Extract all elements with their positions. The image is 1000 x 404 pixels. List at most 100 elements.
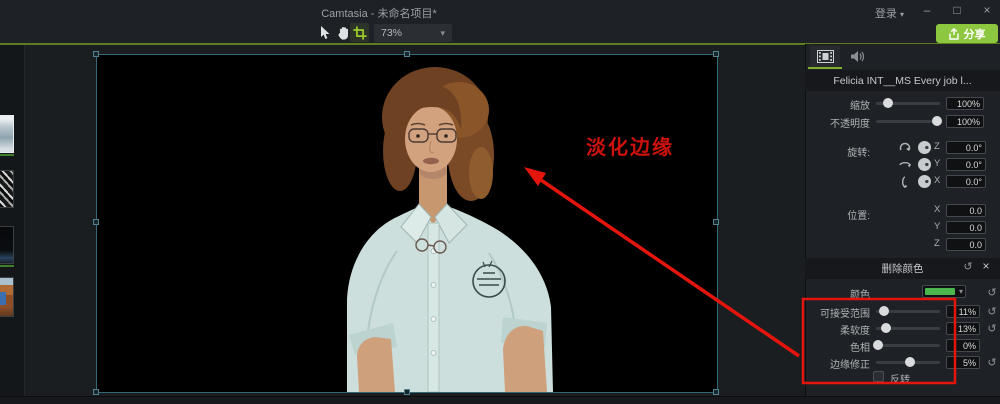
axis-letter: Y: [934, 221, 941, 232]
rotation-z-value[interactable]: 0.0°: [946, 141, 986, 154]
selection-handle-bottom-middle[interactable]: [404, 389, 410, 395]
hue-slider-knob[interactable]: [872, 340, 883, 350]
scale-slider[interactable]: [876, 97, 940, 109]
invert-label: 反转: [890, 375, 910, 386]
tab-audio-properties[interactable]: [843, 46, 871, 67]
key-color-row: 颜色 ▾ ↺: [0, 285, 1000, 301]
clip-title-band: Felicia INT__MS Every job l...: [805, 70, 1000, 91]
maximize-button[interactable]: □: [948, 3, 966, 17]
rotate-y-icon: [899, 161, 911, 168]
selection-handle-top-left[interactable]: [93, 51, 99, 57]
remove-color-title: 删除颜色: [881, 263, 924, 275]
titlebar: Camtasia - 未命名项目* 登录 ▾ – □ × 73% ▾ 分享: [0, 0, 1000, 43]
crop-icon: [352, 25, 367, 40]
rotation-z-row: Z 0.0°: [0, 141, 1000, 155]
active-tab-underline: [808, 67, 842, 69]
tolerance-value[interactable]: 11%: [946, 305, 980, 318]
canvas-zoom-value: 73%: [381, 27, 403, 39]
timeline-edge-strip: [0, 396, 1000, 404]
position-x-row: X 0.0: [0, 204, 1000, 218]
rotation-x-row: X 0.0°: [0, 175, 1000, 189]
softness-label: 柔软度: [840, 326, 870, 337]
scale-slider-knob[interactable]: [882, 98, 893, 108]
axis-letter: Y: [934, 158, 941, 169]
selection-handle-bottom-left[interactable]: [93, 389, 99, 395]
position-z-row: Z 0.0: [0, 238, 1000, 252]
reset-icon[interactable]: ↺: [986, 286, 998, 299]
cursor-arrow-icon: [321, 26, 330, 39]
hue-value[interactable]: 0%: [946, 339, 980, 352]
tolerance-slider[interactable]: [876, 305, 940, 317]
chevron-down-icon: ▾: [899, 10, 904, 19]
canvas-zoom-dropdown[interactable]: 73% ▾: [374, 24, 452, 42]
rotation-y-dial[interactable]: [918, 158, 931, 171]
login-label: 登录: [874, 8, 897, 20]
tolerance-slider-knob[interactable]: [879, 306, 890, 316]
select-tool-button[interactable]: [318, 25, 334, 41]
minimize-button[interactable]: –: [918, 3, 936, 17]
reset-icon[interactable]: ↺: [986, 322, 998, 335]
remove-effect-close-icon[interactable]: ×: [980, 259, 992, 273]
opacity-slider[interactable]: [876, 115, 942, 127]
camtasia-window: Camtasia - 未命名项目* 登录 ▾ – □ × 73% ▾ 分享 淡化…: [0, 0, 1000, 404]
opacity-label: 不透明度: [830, 119, 870, 130]
selection-handle-bottom-right[interactable]: [713, 389, 719, 395]
key-color-fill: [925, 288, 955, 295]
key-color-swatch[interactable]: ▾: [922, 285, 966, 298]
axis-letter: Z: [934, 141, 940, 152]
scale-value[interactable]: 100%: [946, 97, 984, 110]
reset-icon[interactable]: ↺: [986, 305, 998, 318]
softness-value[interactable]: 13%: [946, 322, 980, 335]
hue-label: 色相: [850, 343, 870, 354]
rotate-x-icon: [901, 176, 908, 188]
defringe-slider[interactable]: [876, 356, 940, 368]
key-color-label: 颜色: [850, 290, 870, 301]
scale-row: 缩放 100%: [0, 97, 1000, 112]
tab-visual-properties[interactable]: [810, 46, 840, 67]
close-button[interactable]: ×: [978, 3, 996, 17]
filmstrip-icon: [816, 50, 834, 63]
invert-row: 反转: [0, 371, 1000, 386]
share-button[interactable]: 分享: [936, 24, 998, 43]
scale-label: 缩放: [850, 101, 870, 112]
defringe-label: 边缘修正: [830, 360, 870, 371]
hand-icon: [338, 27, 348, 40]
reset-icon[interactable]: ↺: [986, 356, 998, 369]
chevron-down-icon: ▾: [958, 287, 963, 296]
position-y-value[interactable]: 0.0: [946, 221, 986, 234]
share-label: 分享: [963, 28, 986, 41]
hue-slider[interactable]: [872, 339, 940, 351]
defringe-value[interactable]: 5%: [946, 356, 980, 369]
reset-effect-icon[interactable]: ↺: [962, 260, 974, 273]
speaker-icon: [850, 51, 864, 62]
axis-letter: Z: [934, 238, 940, 249]
position-z-value[interactable]: 0.0: [946, 238, 986, 251]
login-button[interactable]: 登录 ▾: [875, 5, 904, 21]
window-title: Camtasia - 未命名项目*: [321, 8, 437, 20]
invert-checkbox[interactable]: [873, 371, 884, 382]
opacity-row: 不透明度 100%: [0, 115, 1000, 130]
rotation-y-row: Y 0.0°: [0, 158, 1000, 172]
rotation-y-value[interactable]: 0.0°: [946, 158, 986, 171]
position-x-value[interactable]: 0.0: [946, 204, 986, 217]
tolerance-row: 可接受范围 11% ↺: [0, 305, 1000, 320]
thumbnail-selected-indicator: [0, 265, 14, 267]
crop-tool-button[interactable]: [350, 23, 369, 42]
position-y-row: Y 0.0: [0, 221, 1000, 235]
opacity-slider-knob[interactable]: [931, 116, 942, 126]
chevron-down-icon: ▾: [440, 27, 445, 38]
rotation-z-dial[interactable]: [918, 141, 931, 154]
softness-slider-knob[interactable]: [881, 323, 892, 333]
selection-handle-top-right[interactable]: [713, 51, 719, 57]
defringe-slider-knob[interactable]: [904, 357, 915, 367]
hue-row: 色相 0%: [0, 339, 1000, 354]
axis-letter: X: [934, 175, 941, 186]
softness-slider[interactable]: [876, 322, 940, 334]
rotation-x-dial[interactable]: [918, 175, 931, 188]
opacity-value[interactable]: 100%: [946, 115, 984, 128]
rotation-x-value[interactable]: 0.0°: [946, 175, 986, 188]
tolerance-label: 可接受范围: [820, 309, 870, 320]
export-icon: [948, 27, 959, 40]
selection-handle-top-middle[interactable]: [404, 51, 410, 57]
pan-tool-button[interactable]: [335, 25, 351, 41]
